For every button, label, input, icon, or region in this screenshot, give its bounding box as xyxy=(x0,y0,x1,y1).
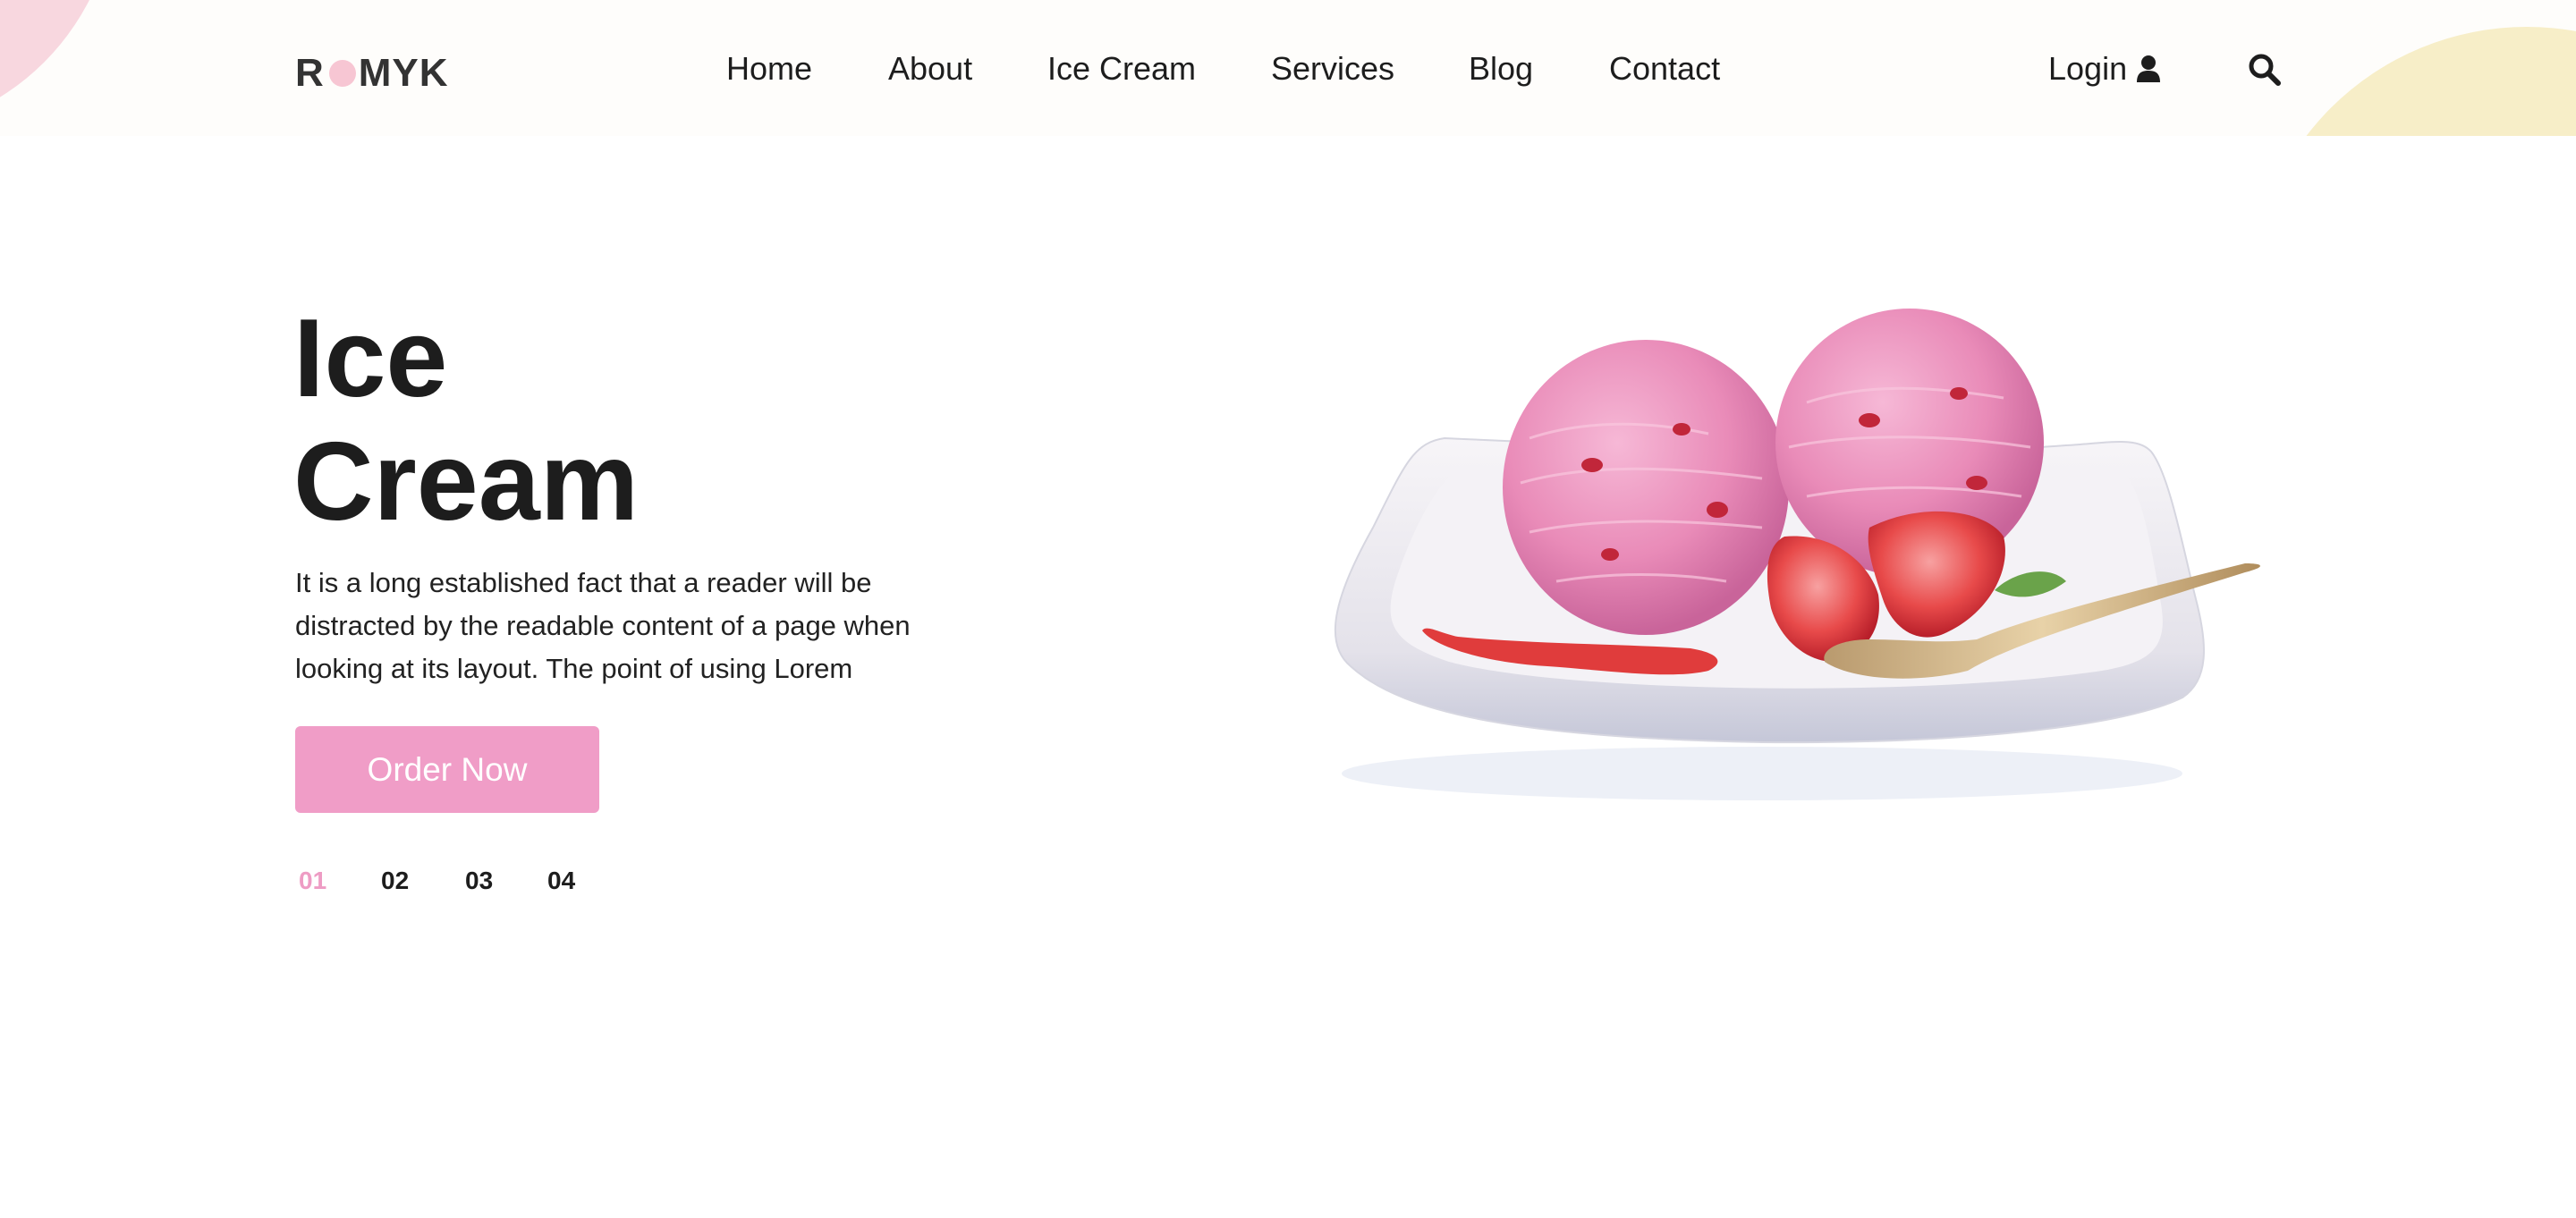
nav-item-ice-cream[interactable]: Ice Cream xyxy=(1047,47,1196,91)
nav-item-home[interactable]: Home xyxy=(726,47,812,91)
main-nav: Home About Ice Cream Services Blog Conta… xyxy=(0,47,2576,91)
hero-title-line-1: Ice xyxy=(293,297,448,420)
slide-01[interactable]: 01 xyxy=(299,863,326,899)
hero-title-line-2: Cream xyxy=(293,420,639,544)
nav-item-contact[interactable]: Contact xyxy=(1609,47,1720,91)
plate-shadow xyxy=(1342,747,2182,800)
nav-item-services[interactable]: Services xyxy=(1271,47,1394,91)
search-button[interactable] xyxy=(2247,52,2283,88)
site-header: R MYK Home About Ice Cream Services Blog … xyxy=(0,0,2576,136)
login-link[interactable]: Login xyxy=(2048,47,2161,91)
nav-item-blog[interactable]: Blog xyxy=(1469,47,1533,91)
login-label: Login xyxy=(2048,50,2128,87)
slide-03[interactable]: 03 xyxy=(465,863,493,899)
slide-02[interactable]: 02 xyxy=(381,863,409,899)
hero-title: Ice Cream xyxy=(293,297,639,544)
slide-04[interactable]: 04 xyxy=(547,863,575,899)
hero-description: It is a long established fact that a rea… xyxy=(295,567,911,684)
search-icon xyxy=(2249,54,2281,86)
order-now-button[interactable]: Order Now xyxy=(295,726,599,813)
nav-item-about[interactable]: About xyxy=(888,47,972,91)
user-icon xyxy=(2137,55,2161,82)
ice-cream-scoop-left xyxy=(1503,340,1789,635)
ice-cream-plate-image xyxy=(1334,309,2260,800)
